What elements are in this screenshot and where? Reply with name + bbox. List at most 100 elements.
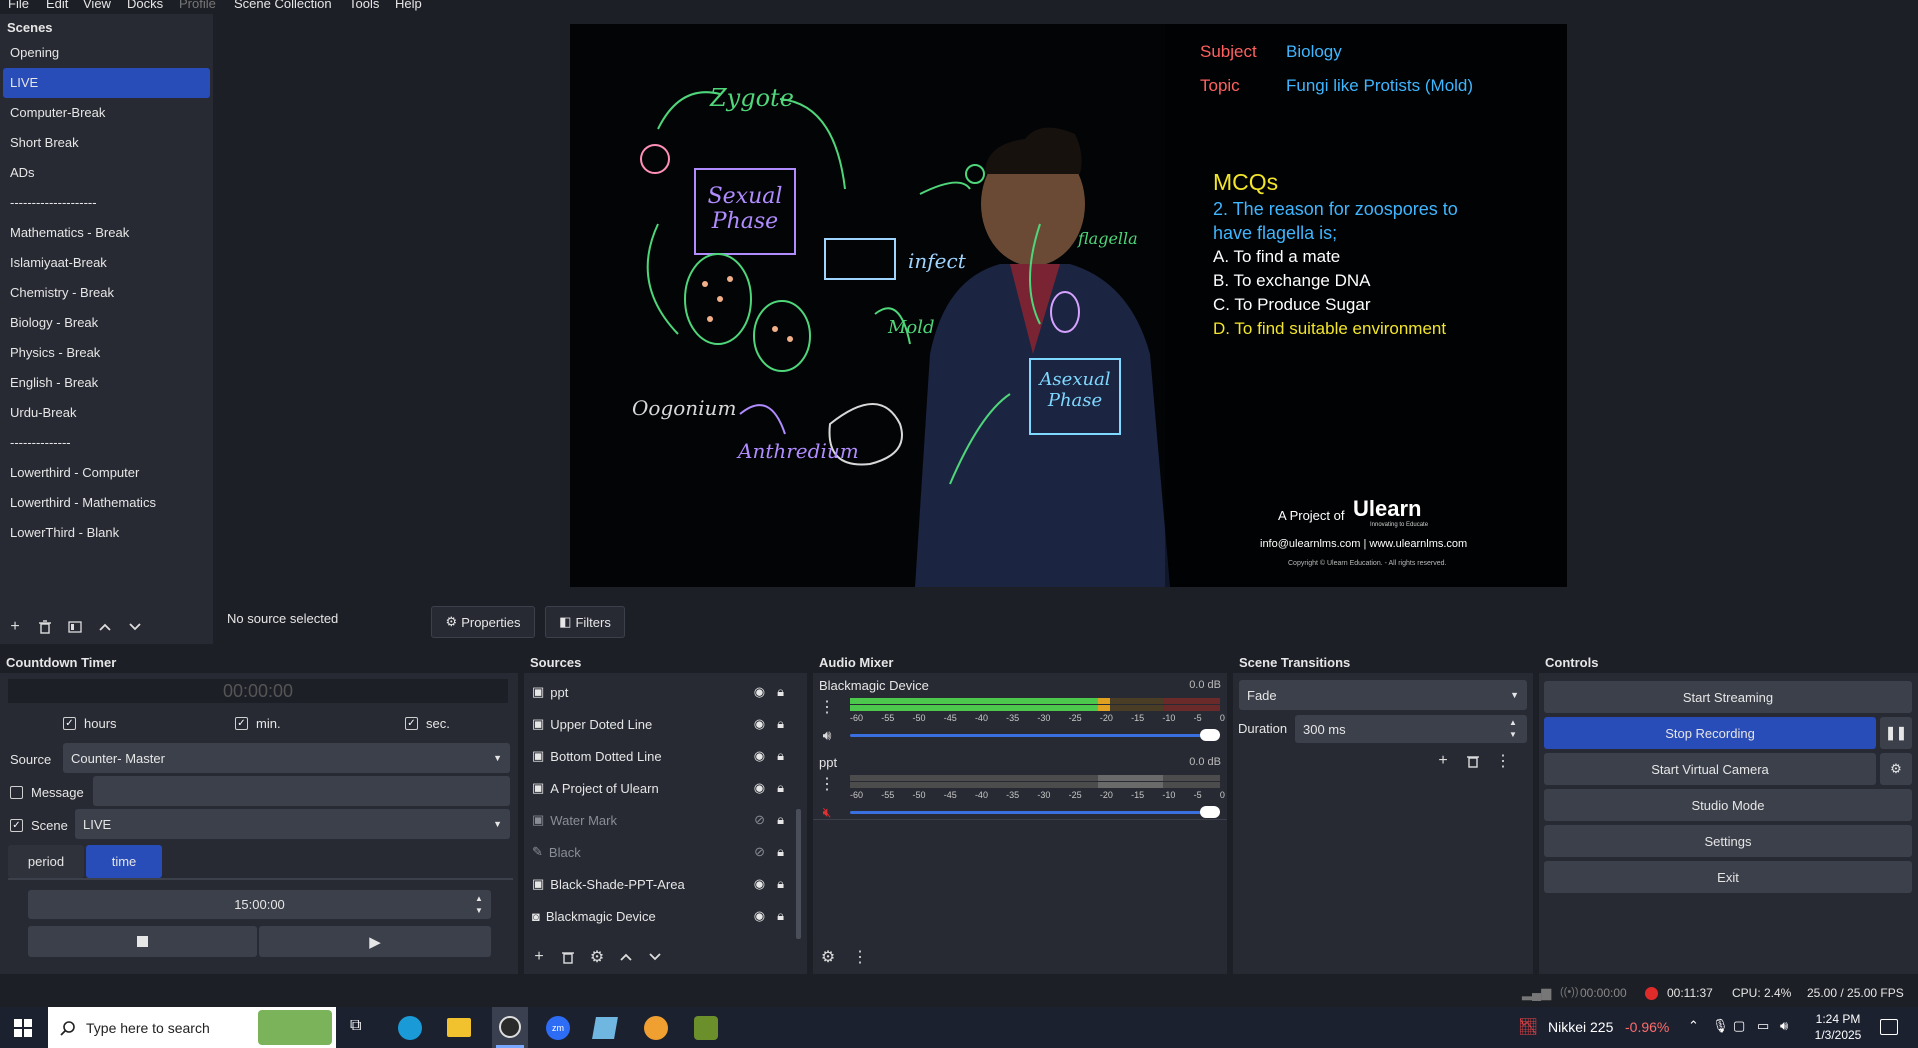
taskbar-clock[interactable]: 1:24 PM 1/3/2025 <box>1808 1011 1868 1043</box>
sec-checkbox[interactable]: ✓ sec. <box>405 716 450 731</box>
channel-menu-icon[interactable]: ⋮ <box>816 696 838 718</box>
stock-name[interactable]: Nikkei 225 <box>1548 1019 1613 1035</box>
add-source-icon[interactable]: + <box>528 946 550 968</box>
scene-item[interactable]: Urdu-Break <box>0 398 213 428</box>
gear-icon[interactable]: ⚙ <box>586 946 608 968</box>
virtual-camera-settings-button[interactable]: ⚙ <box>1880 753 1912 785</box>
menu-tools[interactable]: Tools <box>349 0 379 11</box>
eye-icon[interactable]: ◉ <box>754 908 765 924</box>
trash-icon[interactable] <box>557 946 579 968</box>
source-item[interactable]: ✎ Black ⊘ 🔒︎ <box>524 836 796 868</box>
game-icon[interactable] <box>694 1016 718 1040</box>
time-stepper[interactable]: ▲ ▼ <box>470 890 488 919</box>
start-virtual-camera-button[interactable]: Start Virtual Camera <box>1544 753 1876 785</box>
task-view-icon[interactable]: ⧉ <box>350 1017 361 1035</box>
lock-icon[interactable]: 🔒︎ <box>777 684 784 700</box>
scene-item-selected[interactable]: LIVE <box>3 68 210 98</box>
tab-period[interactable]: period <box>8 845 84 878</box>
notepad-icon[interactable] <box>592 1017 618 1039</box>
source-item[interactable]: ◙ Blackmagic Device ◉ 🔒︎ <box>524 900 796 932</box>
menu-profile[interactable]: Profile <box>179 0 216 11</box>
eye-icon[interactable]: ◉ <box>754 748 765 764</box>
menu-help[interactable]: Help <box>395 0 422 11</box>
stop-recording-button[interactable]: Stop Recording <box>1544 717 1876 749</box>
advanced-audio-gear-icon[interactable]: ⚙ <box>817 946 839 968</box>
pause-recording-button[interactable]: ❚❚ <box>1880 717 1912 749</box>
duration-spinbox[interactable]: 300 ms <box>1295 715 1527 743</box>
lock-icon[interactable]: 🔒︎ <box>777 908 784 924</box>
exit-button[interactable]: Exit <box>1544 861 1912 893</box>
device-icon[interactable]: ▢ <box>1733 1018 1745 1034</box>
chevron-up-icon[interactable] <box>94 616 116 638</box>
eye-icon[interactable]: ◉ <box>754 684 765 700</box>
scene-item[interactable]: Lowerthird - Computer <box>0 458 213 488</box>
scene-item[interactable]: Physics - Break <box>0 338 213 368</box>
obs-taskbar-button[interactable] <box>492 1007 528 1048</box>
eye-icon[interactable]: ◉ <box>754 876 765 892</box>
scene-item[interactable]: Islamiyaat-Break <box>0 248 213 278</box>
filters-button[interactable]: ◧ Filters <box>545 606 625 638</box>
scene-item[interactable]: Lowerthird - Mathematics <box>0 488 213 518</box>
eye-hidden-icon[interactable]: ⊘ <box>754 844 765 860</box>
network-icon[interactable]: ▭ <box>1757 1018 1769 1034</box>
scene-select[interactable]: LIVE ▼ <box>75 809 510 839</box>
message-checkbox[interactable]: Message <box>10 785 84 800</box>
menu-view[interactable]: View <box>83 0 111 11</box>
file-explorer-icon[interactable] <box>447 1018 471 1037</box>
scene-item[interactable]: ADs <box>0 158 213 188</box>
eye-hidden-icon[interactable]: ⊘ <box>754 812 765 828</box>
scene-item[interactable]: LowerThird - Blank <box>0 518 213 548</box>
scene-checkbox[interactable]: ✓ Scene <box>10 818 68 833</box>
scene-item[interactable]: English - Break <box>0 368 213 398</box>
chevron-down-icon[interactable]: ▼ <box>1509 729 1525 741</box>
menu-edit[interactable]: Edit <box>46 0 68 11</box>
sources-scrollbar[interactable] <box>796 809 801 939</box>
menu-docks[interactable]: Docks <box>127 0 163 11</box>
source-item[interactable]: ▣ Bottom Dotted Line ◉ 🔒︎ <box>524 740 796 772</box>
lock-icon[interactable]: 🔒︎ <box>777 780 784 796</box>
volume-slider[interactable] <box>850 734 1220 737</box>
hours-checkbox[interactable]: ✓ hours <box>63 716 117 731</box>
lock-icon[interactable]: 🔒︎ <box>777 812 784 828</box>
properties-button[interactable]: ⚙ Properties <box>431 606 535 638</box>
source-item[interactable]: ▣ Water Mark ⊘ 🔒︎ <box>524 804 796 836</box>
trash-icon[interactable] <box>34 616 56 638</box>
app-icon[interactable] <box>644 1016 668 1040</box>
chevron-up-icon[interactable] <box>615 946 637 968</box>
scene-item[interactable]: Short Break <box>0 128 213 158</box>
lock-icon[interactable]: 🔒︎ <box>777 844 784 860</box>
stock-change[interactable]: -0.96% <box>1625 1019 1669 1035</box>
add-scene-icon[interactable]: + <box>4 616 26 638</box>
edge-icon[interactable] <box>398 1016 422 1040</box>
settings-button[interactable]: Settings <box>1544 825 1912 857</box>
start-streaming-button[interactable]: Start Streaming <box>1544 681 1912 713</box>
add-transition-icon[interactable]: + <box>1432 750 1454 772</box>
lock-icon[interactable]: 🔒︎ <box>777 748 784 764</box>
duration-stepper[interactable]: ▲ ▼ <box>1509 715 1525 743</box>
scene-item[interactable]: Biology - Break <box>0 308 213 338</box>
volume-icon[interactable]: 🔊︎ <box>1780 1018 1788 1034</box>
transition-select[interactable]: Fade ▼ <box>1239 680 1527 710</box>
scene-item[interactable]: -------------------- <box>0 188 213 218</box>
source-select[interactable]: Counter- Master ▼ <box>63 743 510 773</box>
menu-scene-collection[interactable]: Scene Collection <box>234 0 332 11</box>
stop-button[interactable] <box>28 926 257 957</box>
eye-icon[interactable]: ◉ <box>754 716 765 732</box>
scene-item[interactable]: Chemistry - Break <box>0 278 213 308</box>
menu-file[interactable]: File <box>8 0 29 11</box>
chevron-up-icon[interactable]: ⌃ <box>1688 1018 1699 1034</box>
chevron-up-icon[interactable]: ▲ <box>1509 717 1525 729</box>
lock-icon[interactable]: 🔒︎ <box>777 716 784 732</box>
microphone-icon[interactable]: 🎙︎ <box>1712 1018 1729 1034</box>
taskbar-search-box[interactable]: Type here to search <box>48 1007 336 1048</box>
volume-slider-handle[interactable] <box>1200 729 1220 741</box>
volume-slider-handle[interactable] <box>1200 806 1220 818</box>
scene-filters-icon[interactable] <box>64 616 86 638</box>
chevron-down-icon[interactable]: ▼ <box>475 905 483 917</box>
time-spinbox[interactable]: 15:00:00 <box>28 890 491 919</box>
scene-item[interactable]: Opening <box>0 38 213 68</box>
zoom-icon[interactable]: zm <box>546 1016 570 1040</box>
lock-icon[interactable]: 🔒︎ <box>777 876 784 892</box>
play-button[interactable]: ▶ <box>259 926 491 957</box>
source-item[interactable]: ▣ Upper Doted Line ◉ 🔒︎ <box>524 708 796 740</box>
